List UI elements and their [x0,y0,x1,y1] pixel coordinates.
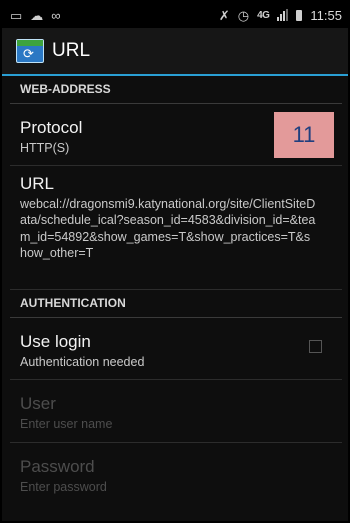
password-title: Password [20,457,95,476]
section-web-address: WEB-ADDRESS [10,76,342,104]
status-left: ▭ ☁ ∞ [10,9,61,22]
section-authentication: AUTHENTICATION [10,290,342,318]
user-preference[interactable]: User Enter user name [10,380,342,443]
protocol-preference[interactable]: Protocol HTTP(S) 11 [10,104,342,166]
battery-icon [296,9,303,21]
signal-icon [277,9,289,21]
use-login-summary: Authentication needed [20,355,145,369]
calendar-sync-icon[interactable]: ⟳ [16,39,44,63]
url-summary: webcal://dragonsmi9.katynational.org/sit… [20,197,316,260]
clock: 11:55 [310,7,342,23]
use-login-title: Use login [20,332,91,351]
url-preference[interactable]: URL webcal://dragonsmi9.katynational.org… [10,166,342,290]
cloud-upload-icon: ☁ [30,7,44,23]
use-login-preference[interactable]: Use login Authentication needed [10,318,342,380]
user-title: User [20,394,56,413]
action-bar: ⟳ URL [2,28,348,76]
user-summary: Enter user name [20,417,113,431]
status-bar: ▭ ☁ ∞ ✗ ◷ 4G 11:55 [2,2,348,28]
password-summary: Enter password [20,480,107,494]
password-preference[interactable]: Password Enter password [10,443,342,506]
network-type: 4G [257,9,270,21]
annotation-badge: 11 [274,112,334,158]
bluetooth-off-icon: ✗ [218,7,230,23]
page-title: URL [52,40,91,61]
voicemail-icon: ∞ [51,7,61,23]
use-login-checkbox[interactable] [309,340,322,353]
alarm-icon: ◷ [237,7,250,23]
screen: ▭ ☁ ∞ ✗ ◷ 4G 11:55 ⟳ URL WEB-ADDRESS Pro… [2,2,348,521]
url-title: URL [20,174,55,193]
status-right: ✗ ◷ 4G 11:55 [219,8,342,23]
screenshot-icon: ▭ [10,7,23,23]
